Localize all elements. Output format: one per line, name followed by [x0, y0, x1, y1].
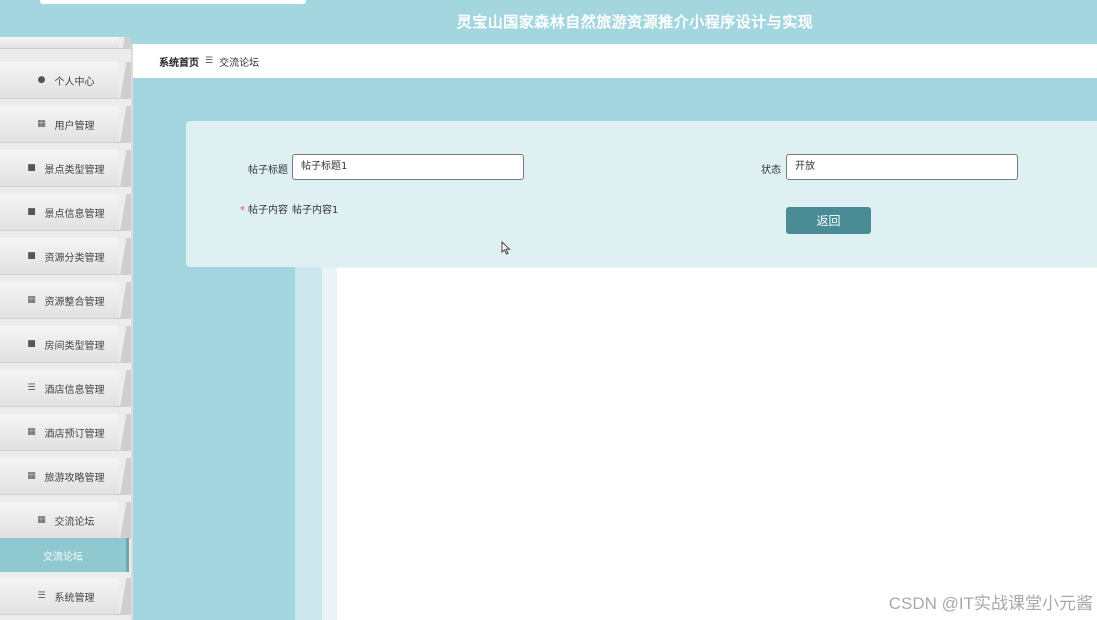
sidebar-item-hotel-booking[interactable]: ▦ 酒店预订管理: [0, 414, 131, 451]
sidebar-item-label: 景点类型管理: [44, 164, 105, 176]
content-label-group: * 帖子内容: [240, 201, 288, 216]
sidebar-item-scenic-info[interactable]: ■ 景点信息管理: [0, 194, 131, 231]
person-icon: ●: [37, 75, 46, 85]
required-mark: *: [240, 205, 245, 216]
sidebar-item-label: 资源整合管理: [44, 296, 105, 308]
sidebar-item-travel-guide[interactable]: ▦ 旅游攻略管理: [0, 458, 131, 495]
mouse-cursor-icon: [501, 241, 511, 255]
sidebar-subitem-forum-active[interactable]: 交流论坛: [0, 538, 129, 572]
sidebar-item-user-management[interactable]: ▦ 用户管理: [0, 106, 131, 143]
sidebar-item-label: 旅游攻略管理: [44, 472, 105, 484]
grid-icon: ▦: [27, 471, 36, 481]
apps-icon: ▦: [27, 427, 36, 437]
briefcase-icon: ■: [27, 207, 36, 217]
sidebar-item-label: 资源分类管理: [44, 252, 105, 264]
back-button[interactable]: 返回: [786, 207, 871, 234]
content-label: 帖子内容: [248, 205, 288, 216]
title-label: 帖子标题: [248, 165, 288, 176]
status-label: 状态: [761, 165, 781, 176]
sidebar-item-label: 酒店信息管理: [44, 384, 105, 396]
header-search-box[interactable]: [40, 0, 306, 4]
book-icon: ■: [27, 163, 36, 173]
sidebar-item-resource-category[interactable]: ■ 资源分类管理: [0, 238, 131, 275]
document-icon: ■: [27, 251, 36, 261]
watermark: CSDN @IT实战课堂小元酱: [888, 594, 1093, 613]
sidebar-item-label: 个人中心: [54, 76, 95, 88]
sidebar-item-label: 酒店预订管理: [44, 428, 105, 440]
monitor-icon: ■: [27, 339, 36, 349]
sidebar-item-scenic-type[interactable]: ■ 景点类型管理: [0, 150, 131, 187]
grid-icon: ▦: [37, 119, 46, 129]
grid-icon: ▦: [27, 295, 36, 305]
content-value: 帖子内容1: [292, 205, 339, 216]
sidebar-item-label: 房间类型管理: [44, 340, 105, 352]
sidebar-item-system-management[interactable]: ☰ 系统管理: [0, 578, 131, 615]
status-input[interactable]: 开放: [786, 154, 1018, 180]
sidebar-item-hotel-info[interactable]: ☰ 酒店信息管理: [0, 370, 131, 407]
post-detail-form: 帖子标题 帖子标题1 状态 开放 * 帖子内容 帖子内容1 返回: [186, 121, 1097, 267]
sidebar-item-top-partial[interactable]: [0, 37, 131, 49]
sidebar-item-label: 用户管理: [54, 120, 95, 132]
title-input[interactable]: 帖子标题1: [292, 154, 524, 180]
menu-icon: ☰: [37, 591, 46, 601]
sidebar: ● 个人中心 ▦ 用户管理 ■ 景点类型管理 ■ 景点信息管理 ■ 资源分类管理…: [0, 37, 133, 620]
sidebar-item-label: 系统管理: [54, 592, 95, 604]
sidebar-item-resource-integration[interactable]: ▦ 资源整合管理: [0, 282, 131, 319]
app-title: 灵宝山国家森林自然旅游资源推介小程序设计与实现: [456, 13, 814, 31]
breadcrumb-current: 交流论坛: [219, 57, 260, 69]
list-icon: ☰: [27, 383, 36, 393]
breadcrumb-home-link[interactable]: 系统首页: [159, 54, 199, 69]
sidebar-item-label: 景点信息管理: [44, 208, 105, 220]
breadcrumb-separator-icon: ☰: [205, 56, 214, 66]
sidebar-item-forum[interactable]: ▦ 交流论坛: [0, 502, 131, 539]
sidebar-item-room-type[interactable]: ■ 房间类型管理: [0, 326, 131, 363]
sidebar-item-personal-center[interactable]: ● 个人中心: [0, 62, 131, 99]
content-panel: [337, 268, 1097, 620]
sidebar-item-label: 交流论坛: [54, 516, 95, 528]
top-header: 灵宝山国家森林自然旅游资源推介小程序设计与实现: [0, 0, 1097, 44]
breadcrumb: 系统首页 ☰ 交流论坛: [133, 44, 1097, 78]
grid-icon: ▦: [37, 515, 46, 525]
